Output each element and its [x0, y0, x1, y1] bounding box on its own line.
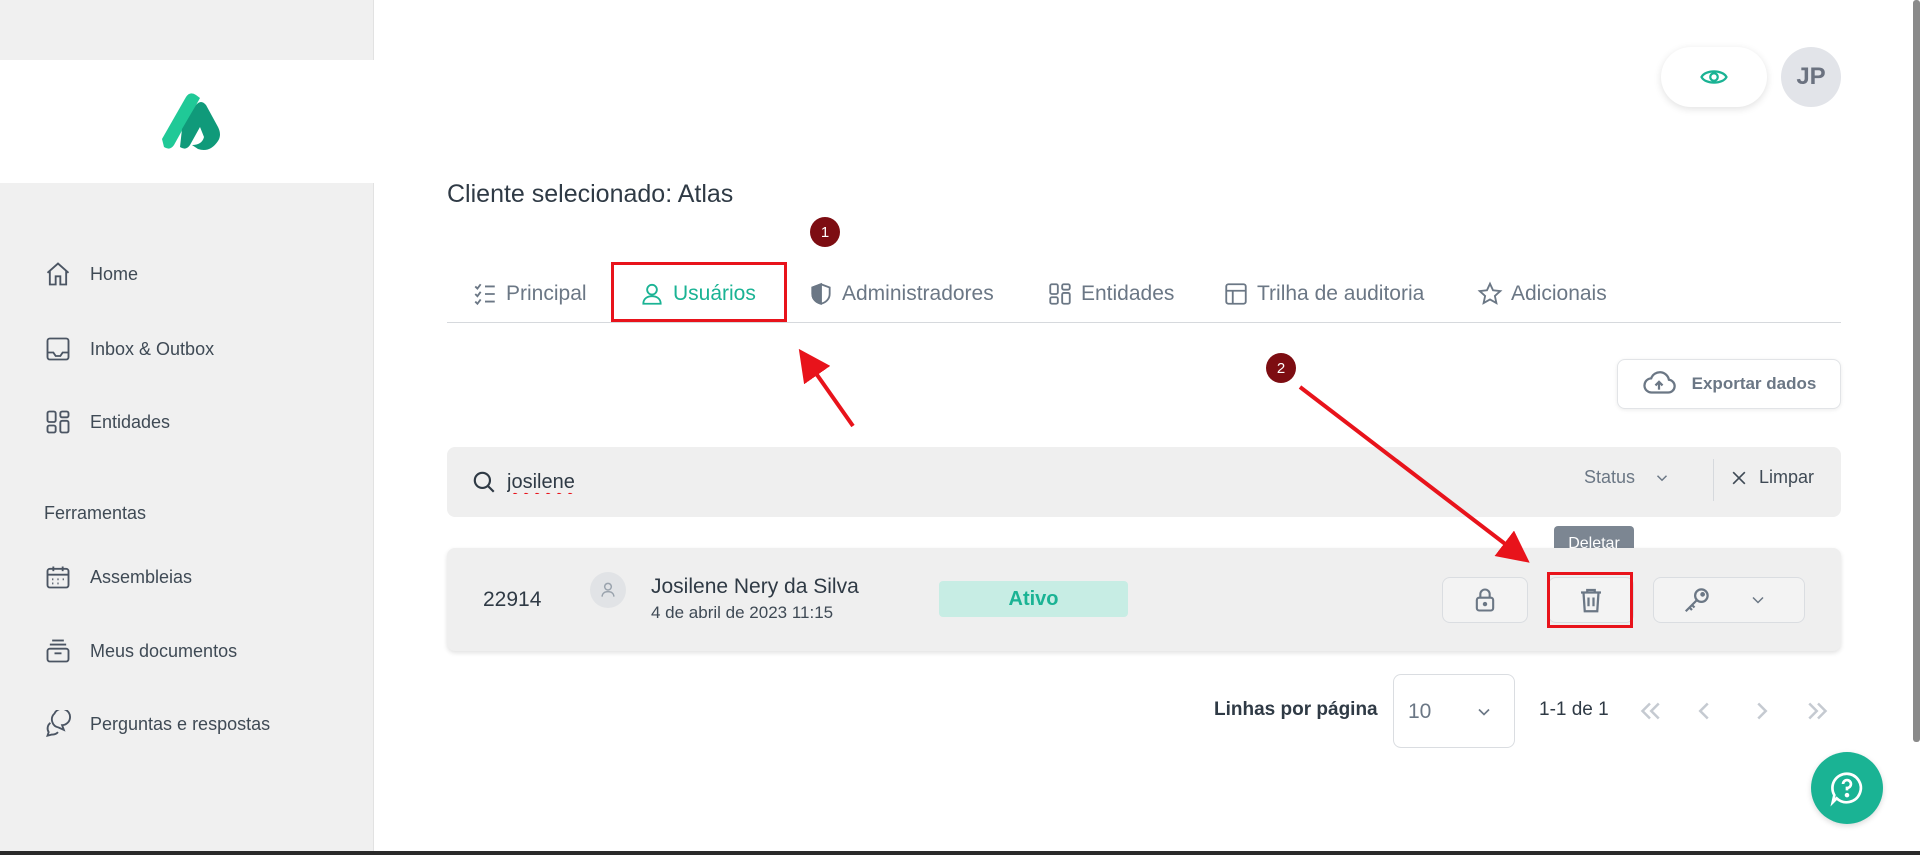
annotation-arrow [798, 348, 855, 428]
window-bottom-edge [0, 851, 1920, 855]
scrollbar[interactable] [1913, 0, 1920, 742]
annotation-arrow [1298, 385, 1530, 563]
annotation-arrows [798, 348, 1530, 563]
